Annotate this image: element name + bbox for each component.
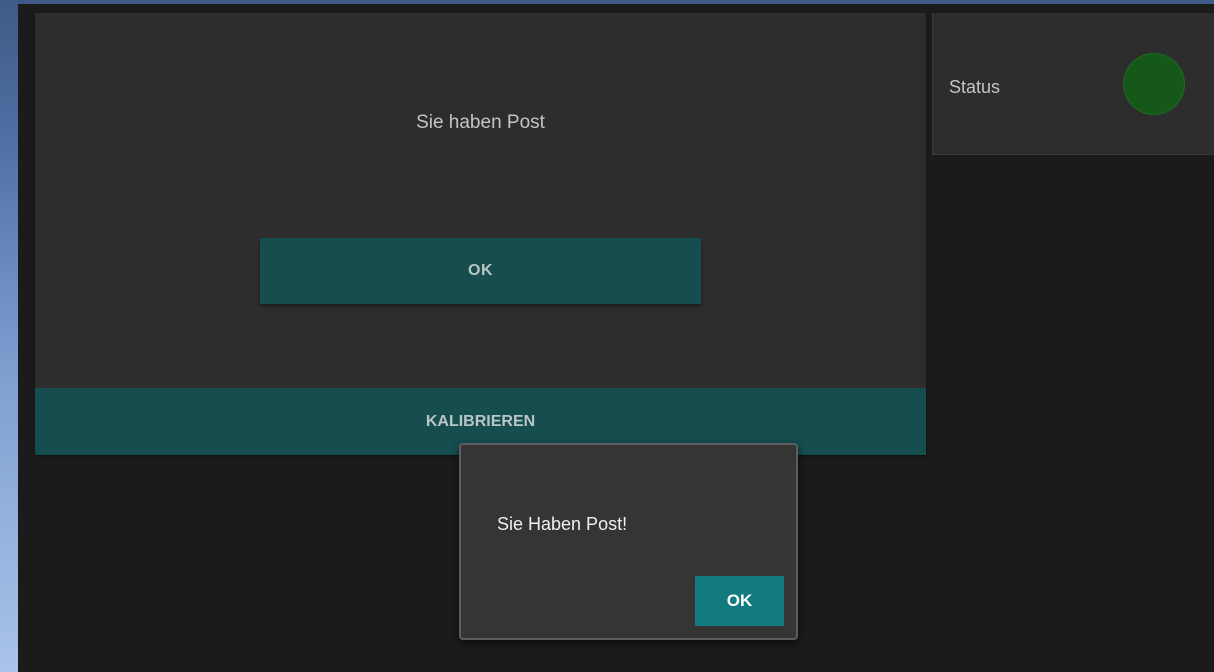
alert-dialog: Sie Haben Post! OK [459,443,798,640]
status-label: Status [949,77,1001,97]
dialog-ok-button[interactable]: OK [695,576,784,626]
status-card: Status [932,13,1214,155]
status-indicator-icon [1123,53,1185,115]
mail-ok-button[interactable]: OK [260,238,701,304]
mail-message-text: Sie haben Post [416,112,545,133]
mail-notification-card: Sie haben Post OK KALIBRIEREN [35,13,926,455]
dialog-message: Sie Haben Post! [497,514,628,534]
